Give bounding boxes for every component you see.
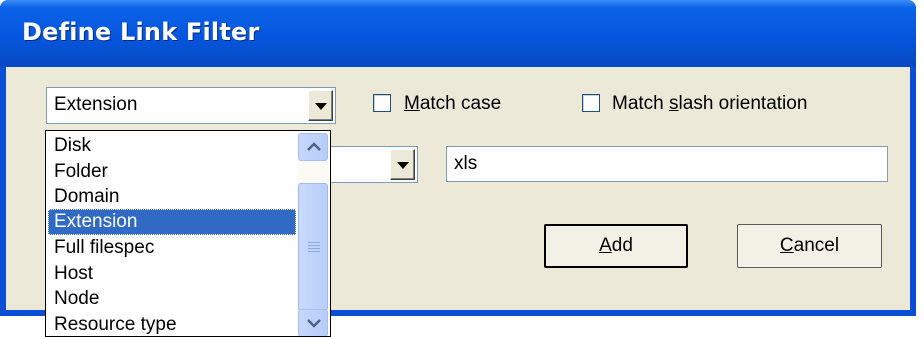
scroll-up-button[interactable] [298, 133, 328, 161]
chevron-down-icon [396, 161, 409, 169]
chevron-down-icon [314, 102, 327, 110]
add-button-label: dd [611, 235, 633, 256]
filter-type-value: Extension [54, 94, 138, 115]
dialog-title: Define Link Filter [22, 18, 260, 46]
dropdown-scrollbar[interactable] [298, 133, 328, 336]
list-item-extension[interactable]: Extension [48, 209, 296, 235]
filter-value-text: xls [454, 153, 478, 174]
scroll-up-arrow-icon [307, 142, 321, 151]
match-slash-accel: s [669, 93, 679, 114]
match-case-label[interactable]: Match case [404, 93, 501, 115]
list-item-folder[interactable]: Folder [48, 159, 296, 185]
match-slash-label-rest: lash orientation [678, 93, 808, 114]
list-item-node[interactable]: Node [48, 286, 296, 312]
list-item-domain[interactable]: Domain [48, 184, 296, 210]
match-slash-label[interactable]: Match slash orientation [612, 93, 807, 115]
scroll-thumb[interactable] [298, 183, 328, 311]
scroll-down-arrow-icon [307, 319, 321, 328]
operator-dropdown-button[interactable] [390, 149, 415, 180]
match-slash-checkbox[interactable] [582, 94, 600, 112]
list-item-host[interactable]: Host [48, 261, 296, 287]
filter-type-dropdown-list[interactable]: Disk Folder Domain Extension Full filesp… [45, 130, 331, 337]
cancel-button[interactable]: Cancel [737, 224, 882, 268]
filter-type-dropdown-button[interactable] [308, 90, 333, 121]
list-item-full-filespec[interactable]: Full filespec [48, 235, 296, 261]
match-case-label-rest: atch case [419, 93, 502, 114]
list-item-resource-type[interactable]: Resource type [48, 312, 296, 336]
add-button[interactable]: Add [544, 224, 688, 268]
list-item-disk[interactable]: Disk [48, 133, 296, 159]
match-slash-label-prefix: Match [612, 93, 670, 114]
cancel-button-accel: C [779, 235, 794, 256]
match-case-checkbox[interactable] [373, 94, 391, 112]
add-button-accel: A [599, 235, 612, 256]
filter-type-combo[interactable]: Extension [46, 87, 336, 124]
scroll-down-button[interactable] [298, 309, 328, 336]
cancel-button-label: ancel [793, 235, 840, 256]
filter-value-input[interactable]: xls [446, 146, 888, 182]
title-bar[interactable]: Define Link Filter [0, 0, 916, 67]
operator-combo[interactable] [326, 146, 418, 183]
match-case-accel: M [404, 93, 420, 114]
